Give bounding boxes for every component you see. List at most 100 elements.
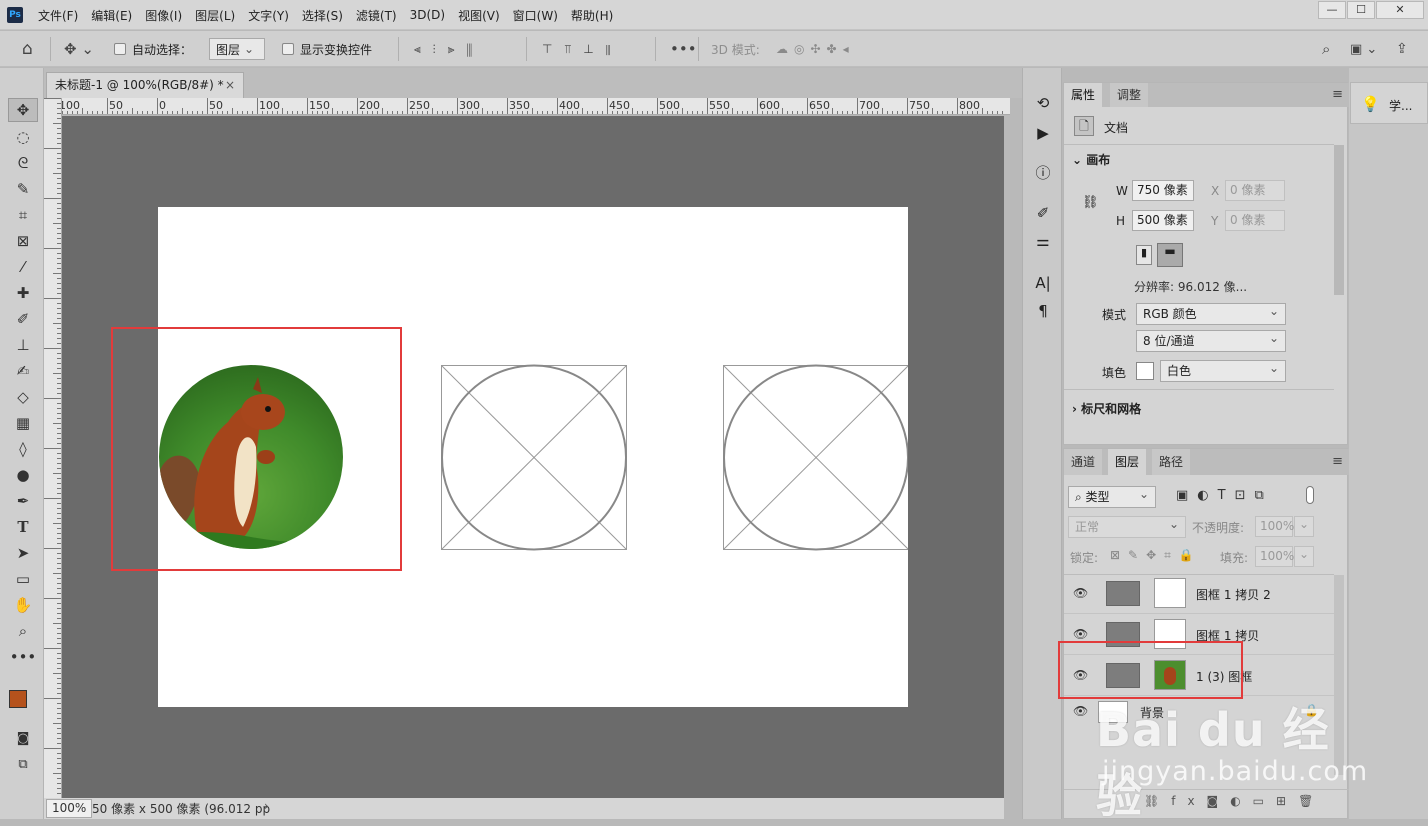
info-icon[interactable]: ⓘ <box>1032 162 1054 184</box>
menu-window[interactable]: 窗口(W) <box>513 7 558 24</box>
paragraph-icon[interactable]: ¶ <box>1032 300 1054 322</box>
stamp-tool-icon[interactable]: ⊥ <box>8 333 38 357</box>
3d-mode-icons[interactable]: ☁◎✣✤◂ <box>776 31 855 67</box>
lock-icons[interactable]: ⊠✎✥⌗🔒 <box>1110 548 1202 563</box>
menu-image[interactable]: 图像(I) <box>145 7 182 24</box>
close-button[interactable]: ✕ <box>1376 1 1424 19</box>
y-input[interactable]: 0 像素 <box>1225 210 1285 231</box>
marquee-tool-icon[interactable]: ◌ <box>8 125 38 149</box>
layer-footer-icons[interactable]: ⛓fx◙◐▭⊞🗑 <box>1144 794 1325 808</box>
bit-depth-select[interactable]: 8 位/通道 <box>1136 328 1286 352</box>
portrait-icon[interactable]: ▮ <box>1136 245 1152 265</box>
learn-panel[interactable]: 💡 学... <box>1350 82 1428 124</box>
quick-mask-icon[interactable]: ◙ <box>8 726 38 750</box>
show-transform-checkbox[interactable]: 显示变换控件 <box>282 31 372 67</box>
minimize-button[interactable]: — <box>1318 1 1346 19</box>
layer-row[interactable]: 👁 图框 1 拷贝 2 <box>1064 574 1334 614</box>
pen-tool-icon[interactable]: ✒ <box>8 489 38 513</box>
hand-tool-icon[interactable]: ✋ <box>8 593 38 617</box>
screen-mode-icon[interactable]: ⧉ <box>8 752 38 776</box>
home-icon[interactable]: ⌂ <box>22 31 33 67</box>
move-tool-preset-icon[interactable]: ✥ ⌄ <box>64 31 94 67</box>
close-tab-icon[interactable]: × <box>225 73 235 97</box>
link-icon[interactable]: ⛓ <box>1082 195 1099 210</box>
type-tool-icon[interactable]: T <box>8 515 38 539</box>
menu-file[interactable]: 文件(F) <box>38 7 78 24</box>
align-icons[interactable]: ⫷⫶⫸⫼ <box>414 31 484 67</box>
filter-icons[interactable]: ▣◐T⊡⧉ <box>1176 488 1273 503</box>
foreground-color[interactable] <box>9 690 27 708</box>
layer-name[interactable]: 背景 <box>1140 704 1164 721</box>
color-mode-select[interactable]: RGB 颜色 <box>1136 301 1286 325</box>
menu-3d[interactable]: 3D(D) <box>410 8 445 22</box>
brush-tool-icon[interactable]: ✐ <box>8 307 38 331</box>
eraser-tool-icon[interactable]: ◇ <box>8 385 38 409</box>
brush-settings-icon[interactable]: ✐ <box>1032 202 1054 224</box>
auto-select-dropdown[interactable]: 图层 ⌄ <box>209 38 265 60</box>
fill-input[interactable]: 100% <box>1255 546 1294 567</box>
properties-scrollbar[interactable] <box>1334 145 1344 295</box>
landscape-icon[interactable]: ▬ <box>1157 243 1183 267</box>
healing-brush-icon[interactable]: ✚ <box>8 281 38 305</box>
blend-mode-select[interactable]: 正常 <box>1068 514 1186 538</box>
tab-adjustments[interactable]: 调整 <box>1110 83 1149 107</box>
width-input[interactable]: 750 像素 <box>1132 180 1194 201</box>
rulers-grid-section-toggle[interactable]: › 标尺和网格 <box>1072 400 1141 417</box>
canvas-section-toggle[interactable]: ⌄ 画布 <box>1072 151 1110 168</box>
x-input[interactable]: 0 像素 <box>1225 180 1285 201</box>
layer-filter-select[interactable]: ⌕ 类型 <box>1068 484 1156 508</box>
path-select-icon[interactable]: ➤ <box>8 541 38 565</box>
zoom-tool-icon[interactable]: ⌕ <box>8 619 38 643</box>
tab-layers[interactable]: 图层 <box>1108 449 1147 475</box>
menu-view[interactable]: 视图(V) <box>458 7 500 24</box>
empty-frame-3[interactable] <box>723 364 909 551</box>
crop-tool-icon[interactable]: ⌗ <box>8 203 38 227</box>
history-brush-icon[interactable]: ✍ <box>8 359 38 383</box>
tab-properties[interactable]: 属性 <box>1064 83 1103 107</box>
height-input[interactable]: 500 像素 <box>1132 210 1194 231</box>
visibility-eye-icon[interactable]: 👁 <box>1073 627 1088 641</box>
more-options-icon[interactable]: ••• <box>670 31 697 67</box>
rectangle-tool-icon[interactable]: ▭ <box>8 567 38 591</box>
fill-select[interactable]: 白色 <box>1160 358 1286 382</box>
move-tool-icon[interactable]: ✥ <box>8 98 38 122</box>
character-icon[interactable]: A| <box>1032 272 1054 294</box>
menu-help[interactable]: 帮助(H) <box>571 7 613 24</box>
visibility-eye-icon[interactable]: 👁 <box>1073 704 1088 718</box>
actions-play-icon[interactable]: ▶ <box>1032 122 1054 144</box>
adjust-sliders-icon[interactable]: ⚌ <box>1032 230 1054 252</box>
share-icon[interactable]: ⇪ <box>1396 31 1408 67</box>
opacity-input[interactable]: 100% <box>1255 516 1294 537</box>
document-tab[interactable]: 未标题-1 @ 100%(RGB/8#) * × <box>46 72 244 98</box>
lasso-tool-icon[interactable]: ᘓ <box>8 151 38 175</box>
distribute-icons[interactable]: ⊤⫪⊥⫴ <box>542 31 623 67</box>
menu-type[interactable]: 文字(Y) <box>248 7 289 24</box>
visibility-eye-icon[interactable]: 👁 <box>1073 586 1088 600</box>
filter-toggle[interactable] <box>1306 486 1314 504</box>
eyedropper-tool-icon[interactable]: ⁄ <box>8 255 38 279</box>
tab-paths[interactable]: 路径 <box>1152 449 1191 475</box>
panel-menu-icon[interactable]: ≡ <box>1332 87 1343 102</box>
search-icon[interactable]: ⌕ <box>1322 31 1330 67</box>
menu-layer[interactable]: 图层(L) <box>195 7 235 24</box>
workspace-icon[interactable]: ▣ ⌄ <box>1350 31 1377 67</box>
blur-tool-icon[interactable]: ◊ <box>8 437 38 461</box>
more-tools-icon[interactable]: ••• <box>8 645 38 669</box>
menu-edit[interactable]: 编辑(E) <box>91 7 132 24</box>
dodge-tool-icon[interactable]: ● <box>8 463 38 487</box>
menu-filter[interactable]: 滤镜(T) <box>356 7 397 24</box>
maximize-button[interactable]: ☐ <box>1347 1 1375 19</box>
menu-select[interactable]: 选择(S) <box>302 7 343 24</box>
auto-select-checkbox[interactable]: 自动选择： <box>114 31 192 67</box>
layer-row[interactable]: 👁 背景 🔒 <box>1064 697 1334 727</box>
fill-color-swatch[interactable] <box>1136 362 1154 380</box>
layers-scrollbar[interactable] <box>1334 575 1344 775</box>
layer-name[interactable]: 图框 1 拷贝 2 <box>1196 586 1271 603</box>
zoom-level[interactable]: 100% <box>46 799 93 818</box>
gradient-tool-icon[interactable]: ▦ <box>8 411 38 435</box>
layers-menu-icon[interactable]: ≡ <box>1332 454 1343 469</box>
history-icon[interactable]: ⟲ <box>1032 92 1054 114</box>
frame-tool-icon[interactable]: ⊠ <box>8 229 38 253</box>
tab-channels[interactable]: 通道 <box>1064 449 1103 475</box>
status-arrow-icon[interactable]: › <box>264 799 269 813</box>
